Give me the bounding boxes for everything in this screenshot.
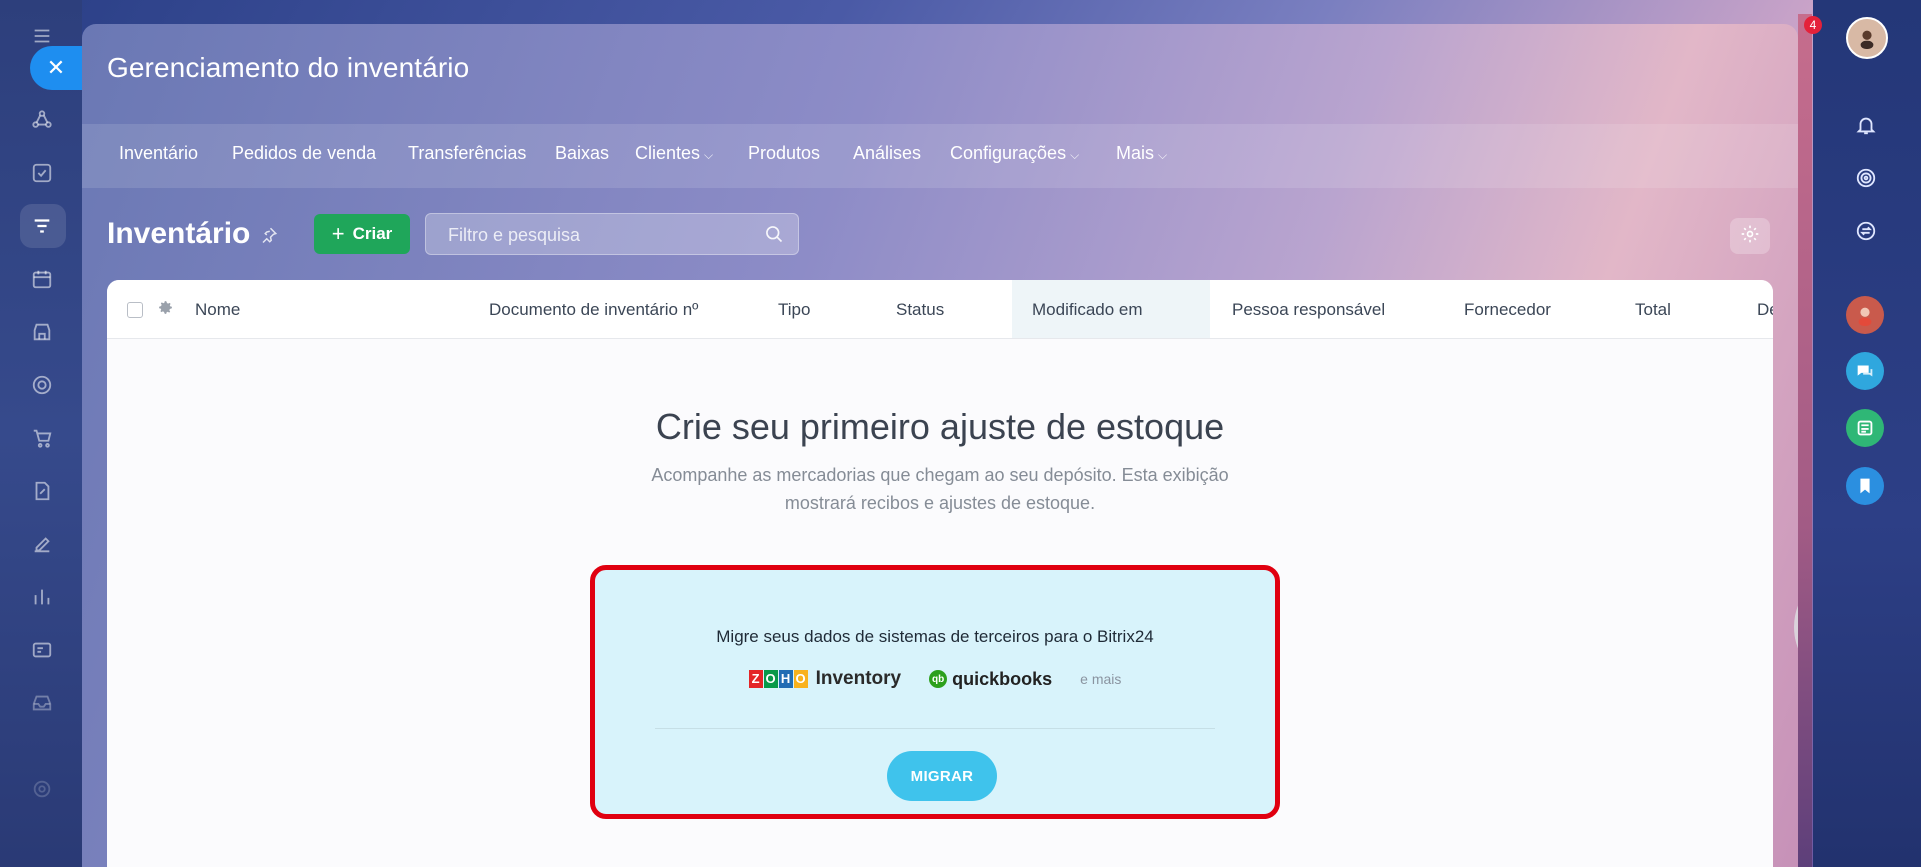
left-sidebar (0, 0, 82, 867)
more-systems-label: e mais (1080, 671, 1122, 687)
chevron-down-icon: ⌵ (1158, 148, 1168, 162)
news-feed-icon[interactable] (1846, 409, 1884, 447)
zoho-letter: O (793, 670, 808, 688)
pin-icon[interactable] (260, 226, 278, 249)
close-slider-button[interactable]: ✕ (30, 46, 82, 90)
column-header-modificado-em[interactable]: Modificado em (1032, 300, 1143, 320)
user-avatar[interactable] (1846, 17, 1888, 59)
chevron-down-icon: ⌵ (1070, 148, 1080, 162)
search-field (425, 213, 799, 256)
nav-item-transferencias[interactable]: Transferências (408, 143, 526, 164)
page-title: Inventário (107, 217, 251, 250)
quickbooks-name: quickbooks (952, 668, 1053, 689)
nav-item-baixas[interactable]: Baixas (555, 143, 609, 164)
migrate-button[interactable]: MIGRAR (887, 751, 997, 801)
migration-logos: Z O H O Inventory qb quickbooks e mais (595, 668, 1275, 690)
column-header-status[interactable]: Status (896, 300, 944, 320)
create-button[interactable]: + Criar (314, 214, 410, 254)
gear-icon (1740, 224, 1760, 249)
next-slide-button[interactable]: › (1794, 567, 1798, 687)
tasks-icon[interactable] (28, 159, 56, 187)
crm-icon[interactable] (28, 106, 56, 134)
divider (655, 728, 1215, 729)
nav-item-inventario[interactable]: Inventário (119, 143, 198, 164)
column-header-documento[interactable]: Documento de inventário nº (489, 300, 698, 320)
empty-state-title: Crie seu primeiro ajuste de estoque (655, 406, 1225, 447)
migration-text: Migre seus dados de sistemas de terceiro… (716, 627, 1154, 646)
window-title: Gerenciamento do inventário (107, 52, 470, 83)
notification-badge: 4 (1804, 16, 1822, 34)
signature-icon[interactable] (28, 530, 56, 558)
panel-edge (1798, 14, 1812, 867)
column-header-fornecedor[interactable]: Fornecedor (1464, 300, 1551, 320)
chevron-down-icon: ⌵ (704, 148, 714, 162)
sync-chat-icon[interactable] (1846, 211, 1886, 251)
bookmark-icon[interactable] (1846, 467, 1884, 505)
table-header: Nome Documento de inventário nº Tipo Sta… (107, 280, 1773, 339)
inventory-icon[interactable] (28, 212, 56, 240)
migration-banner: Migre seus dados de sistemas de terceiro… (590, 565, 1280, 819)
column-header-nome[interactable]: Nome (195, 300, 240, 320)
nav-item-pedidos-de-venda[interactable]: Pedidos de venda (232, 143, 376, 164)
zoho-letter: O (763, 670, 778, 688)
column-header-tipo[interactable]: Tipo (778, 300, 810, 320)
inbox-icon[interactable] (28, 689, 56, 717)
search-input[interactable] (446, 214, 750, 256)
contact-card-icon[interactable] (28, 636, 56, 664)
bell-icon[interactable] (1846, 105, 1886, 145)
search-icon[interactable] (764, 224, 784, 249)
nav-item-produtos[interactable]: Produtos (748, 143, 820, 164)
zoho-logo: Z O H O (748, 670, 808, 688)
contact-avatar[interactable] (1846, 296, 1884, 334)
column-settings-icon[interactable] (157, 299, 174, 321)
column-header-total[interactable]: Total (1635, 300, 1671, 320)
zoho-inventory-logo: Z O H O Inventory (748, 668, 902, 690)
column-header-truncated[interactable]: De (1757, 300, 1773, 320)
zoho-product-name: Inventory (815, 668, 902, 689)
chat-group-icon[interactable] (1846, 352, 1884, 390)
inventory-table: Nome Documento de inventário nº Tipo Sta… (107, 280, 1773, 867)
zoho-letter: H (778, 670, 793, 688)
settings-button[interactable] (1730, 218, 1770, 254)
quickbooks-icon: qb (929, 670, 948, 688)
empty-state-description: Acompanhe as mercadorias que chegam ao s… (651, 465, 1229, 513)
nav-item-configuracoes[interactable]: Configurações ⌵ (950, 143, 1079, 164)
nav-item-mais[interactable]: Mais ⌵ (1116, 143, 1167, 164)
inventory-panel: Gerenciamento do inventário Inventário P… (82, 24, 1798, 867)
nav-item-clientes[interactable]: Clientes ⌵ (635, 143, 713, 164)
copilot-icon[interactable] (1846, 158, 1886, 198)
nav-item-analises[interactable]: Análises (853, 143, 921, 164)
zoho-letter: Z (748, 670, 763, 688)
analytics-icon[interactable] (28, 583, 56, 611)
select-all-checkbox[interactable] (127, 302, 143, 318)
create-button-label: Criar (352, 224, 393, 243)
cart-icon[interactable] (28, 424, 56, 452)
calendar-icon[interactable] (28, 265, 56, 293)
target-icon[interactable] (28, 371, 56, 399)
column-header-pessoa-responsavel[interactable]: Pessoa responsável (1232, 300, 1385, 320)
right-sidebar (1813, 0, 1921, 867)
plus-icon: + (331, 221, 345, 246)
settings-icon[interactable] (28, 775, 56, 803)
quickbooks-logo: qb quickbooks (929, 669, 1052, 690)
document-edit-icon[interactable] (28, 477, 56, 505)
store-icon[interactable] (28, 318, 56, 346)
